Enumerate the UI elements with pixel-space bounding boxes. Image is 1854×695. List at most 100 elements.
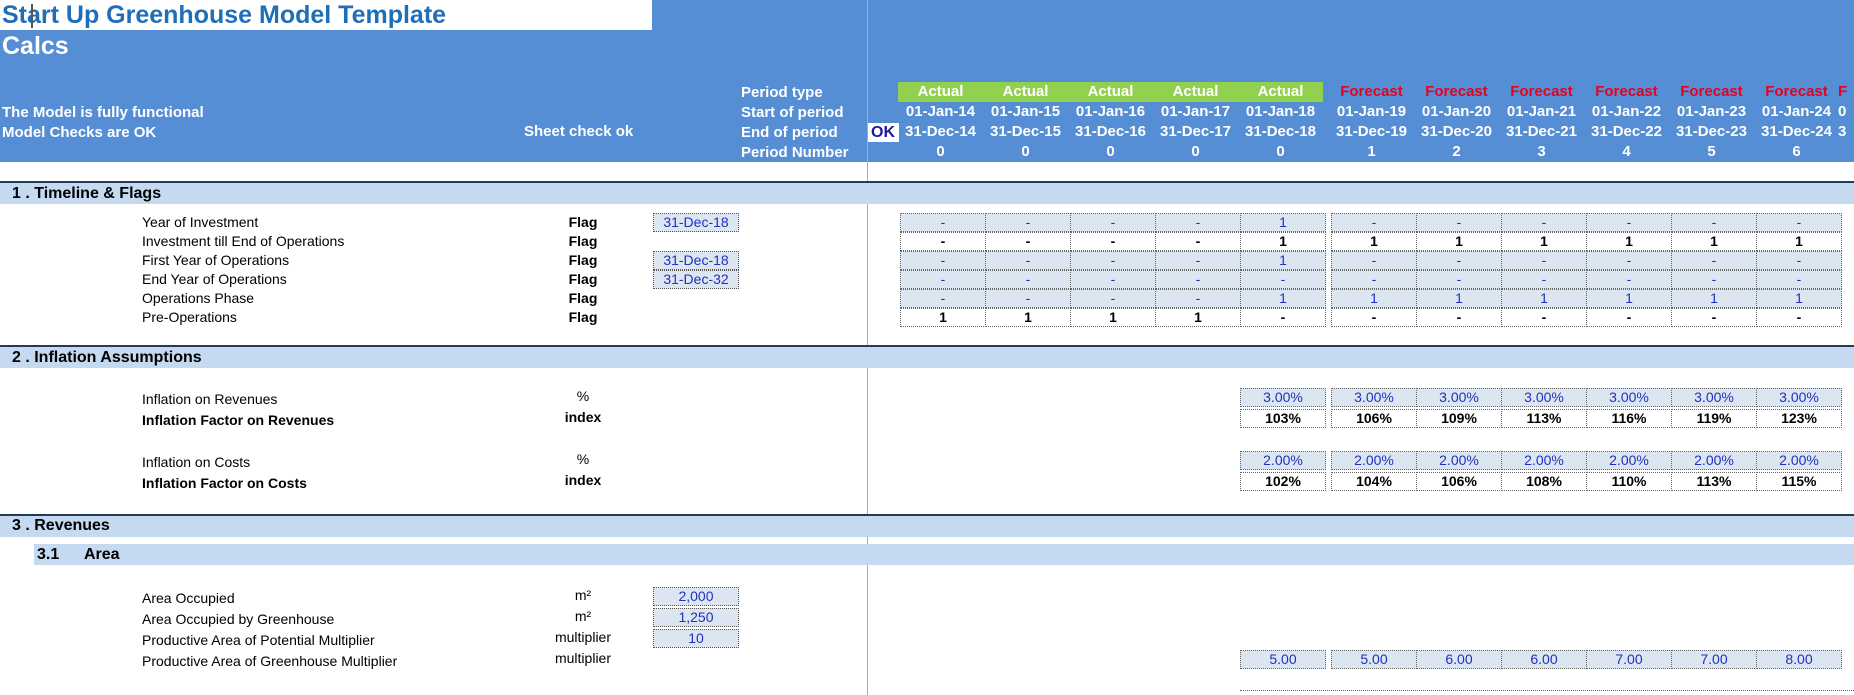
value-cell[interactable]: 3.00% <box>1240 388 1326 407</box>
value-cell[interactable]: 5.00 <box>1331 650 1417 669</box>
value-cell[interactable]: 3.00% <box>1501 388 1587 407</box>
value-cell[interactable]: - <box>1331 270 1417 289</box>
value-cell[interactable]: - <box>1756 308 1842 327</box>
value-cell[interactable]: - <box>1501 213 1587 232</box>
value-cell[interactable]: 2.00% <box>1501 451 1587 470</box>
value-cell[interactable]: - <box>1331 251 1417 270</box>
value-cell[interactable]: - <box>900 251 986 270</box>
value-cell[interactable]: - <box>1155 251 1241 270</box>
value-cell[interactable]: - <box>1155 232 1241 251</box>
value-cell[interactable]: 1 <box>1240 251 1326 270</box>
value-cell[interactable]: 2.00% <box>1671 451 1757 470</box>
value-cell[interactable]: 1 <box>1331 232 1417 251</box>
value-cell[interactable]: 8.00 <box>1756 650 1842 669</box>
value-cell[interactable]: 1 <box>1501 289 1587 308</box>
value-cell[interactable]: - <box>900 232 986 251</box>
value-cell[interactable]: - <box>1671 308 1757 327</box>
value-cell[interactable]: 2.00% <box>1586 451 1672 470</box>
value-cell[interactable]: - <box>1671 270 1757 289</box>
value-cell[interactable]: - <box>1155 270 1241 289</box>
value-cell[interactable]: - <box>1331 308 1417 327</box>
value-cell[interactable]: - <box>1155 289 1241 308</box>
value-cell[interactable]: 1 <box>1671 289 1757 308</box>
value-cell[interactable]: 1 <box>1240 213 1326 232</box>
value-cell[interactable]: 3.00% <box>1756 388 1842 407</box>
value-cell[interactable]: 1 <box>1416 289 1502 308</box>
value-cell[interactable]: 123% <box>1756 409 1842 428</box>
value-cell[interactable]: 1 <box>1586 232 1672 251</box>
value-cell[interactable]: 108% <box>1501 472 1587 491</box>
value-cell[interactable]: 1 <box>1756 232 1842 251</box>
value-cell[interactable]: 109% <box>1416 409 1502 428</box>
value-cell[interactable]: - <box>1416 308 1502 327</box>
value-cell[interactable]: - <box>1586 251 1672 270</box>
value-cell[interactable]: 2.00% <box>1416 451 1502 470</box>
value-cell[interactable]: 104% <box>1331 472 1417 491</box>
value-cell[interactable]: - <box>1416 251 1502 270</box>
value-cell[interactable]: - <box>1756 251 1842 270</box>
value-cell[interactable]: 103% <box>1240 409 1326 428</box>
value-cell[interactable]: 3.00% <box>1416 388 1502 407</box>
value-cell[interactable]: - <box>1416 213 1502 232</box>
value-cell[interactable]: 1 <box>1756 289 1842 308</box>
value-cell[interactable]: - <box>985 289 1071 308</box>
value-cell[interactable]: 7.00 <box>1671 650 1757 669</box>
value-cell[interactable]: - <box>1671 251 1757 270</box>
value-cell[interactable]: - <box>1671 213 1757 232</box>
value-cell[interactable]: 2.00% <box>1240 451 1326 470</box>
value-cell[interactable]: - <box>1586 308 1672 327</box>
value-cell[interactable]: - <box>1416 270 1502 289</box>
value-cell[interactable]: 106% <box>1331 409 1417 428</box>
value-cell[interactable]: 5.00 <box>1240 650 1326 669</box>
value-cell[interactable]: - <box>1070 289 1156 308</box>
value-cell[interactable]: 115% <box>1756 472 1842 491</box>
value-cell[interactable]: 3.00% <box>1586 388 1672 407</box>
value-cell[interactable]: - <box>1331 213 1417 232</box>
value-cell[interactable]: 1 <box>985 308 1071 327</box>
value-cell[interactable]: - <box>1756 270 1842 289</box>
value-cell[interactable]: - <box>1501 251 1587 270</box>
value-cell[interactable]: - <box>1501 308 1587 327</box>
value-cell[interactable]: 3.00% <box>1331 388 1417 407</box>
value-cell[interactable]: 113% <box>1501 409 1587 428</box>
value-cell[interactable]: - <box>985 270 1071 289</box>
value-cell[interactable]: 1 <box>900 308 986 327</box>
value-cell[interactable]: 106% <box>1416 472 1502 491</box>
value-cell[interactable]: 2.00% <box>1331 451 1417 470</box>
value-cell[interactable]: 1 <box>1586 289 1672 308</box>
value-cell[interactable]: - <box>1756 213 1842 232</box>
value-cell[interactable]: 119% <box>1671 409 1757 428</box>
value-cell[interactable]: 1 <box>1155 308 1241 327</box>
value-cell[interactable]: - <box>985 213 1071 232</box>
value-cell[interactable]: 1 <box>1501 232 1587 251</box>
input-cell[interactable]: 31-Dec-32 <box>653 270 739 289</box>
value-cell[interactable]: 2.00% <box>1756 451 1842 470</box>
value-cell[interactable]: - <box>1070 270 1156 289</box>
value-cell[interactable]: 1 <box>1671 232 1757 251</box>
input-cell[interactable]: 2,000 <box>653 587 739 606</box>
value-cell[interactable]: - <box>1240 308 1326 327</box>
value-cell[interactable]: 3.00% <box>1671 388 1757 407</box>
value-cell[interactable]: - <box>1070 251 1156 270</box>
value-cell[interactable]: 116% <box>1586 409 1672 428</box>
value-cell[interactable]: 1 <box>1240 232 1326 251</box>
value-cell[interactable]: 110% <box>1586 472 1672 491</box>
value-cell[interactable]: 7.00 <box>1586 650 1672 669</box>
value-cell[interactable]: - <box>1586 270 1672 289</box>
input-cell[interactable]: 10 <box>653 629 739 648</box>
value-cell[interactable]: 102% <box>1240 472 1326 491</box>
input-cell[interactable]: 31-Dec-18 <box>653 213 739 232</box>
value-cell[interactable]: - <box>1070 213 1156 232</box>
value-cell[interactable]: - <box>900 213 986 232</box>
value-cell[interactable]: 6.00 <box>1416 650 1502 669</box>
value-cell[interactable]: 1 <box>1070 308 1156 327</box>
value-cell[interactable]: - <box>1240 270 1326 289</box>
input-cell[interactable]: 31-Dec-18 <box>653 251 739 270</box>
value-cell[interactable]: 113% <box>1671 472 1757 491</box>
input-cell[interactable]: 1,250 <box>653 608 739 627</box>
value-cell[interactable]: - <box>1586 213 1672 232</box>
value-cell[interactable]: 1 <box>1331 289 1417 308</box>
value-cell[interactable]: 1 <box>1416 232 1502 251</box>
value-cell[interactable]: 1 <box>1240 289 1326 308</box>
value-cell[interactable]: - <box>1155 213 1241 232</box>
